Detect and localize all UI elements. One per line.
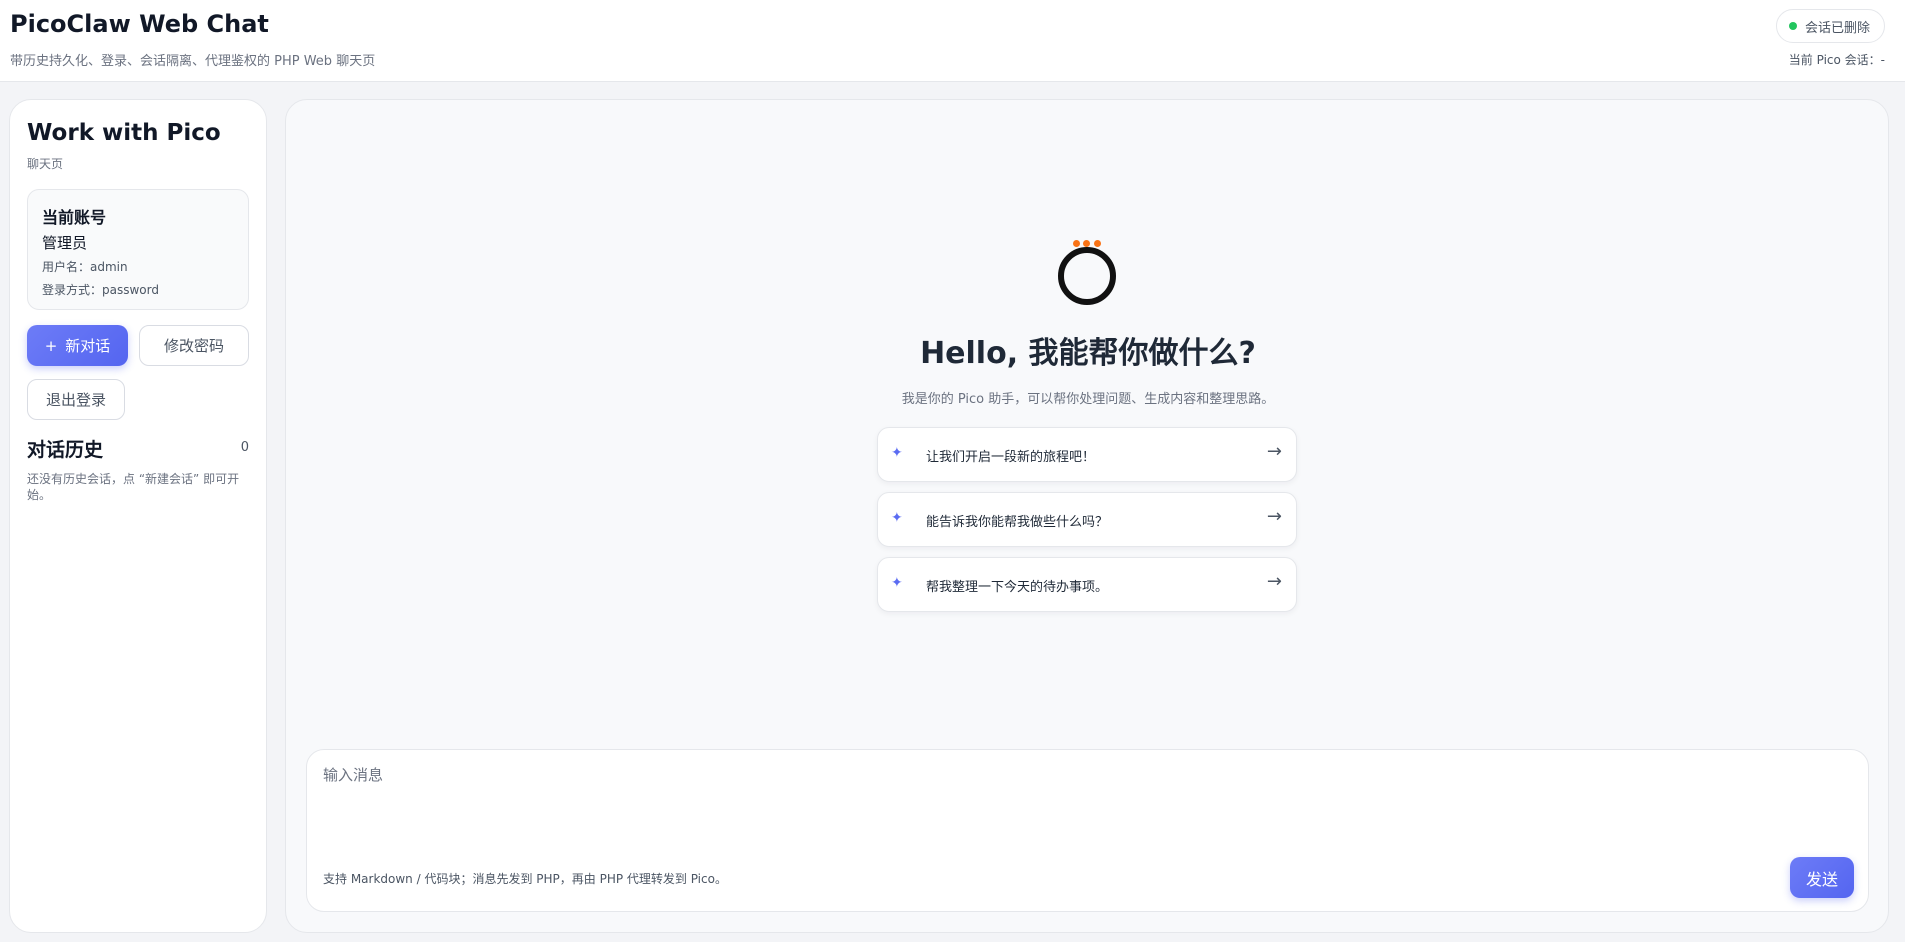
- logout-button[interactable]: 退出登录: [27, 379, 125, 420]
- arrow-right-icon: →: [1266, 571, 1282, 592]
- suggestion-text: 能告诉我你能帮我做些什么吗？: [926, 515, 1109, 530]
- account-heading: 当前账号: [42, 208, 107, 227]
- new-chat-button[interactable]: + 新对话: [27, 325, 128, 366]
- top-header: PicoClaw Web Chat 带历史持久化、登录、会话隔离、代理鉴权的 P…: [0, 0, 1905, 82]
- send-button[interactable]: 发送: [1790, 857, 1854, 898]
- message-composer: 支持 Markdown / 代码块；消息先发到 PHP，再由 PHP 代理转发到…: [306, 749, 1869, 912]
- change-password-button[interactable]: 修改密码: [139, 325, 249, 366]
- logo-ring-icon: [1058, 247, 1116, 305]
- account-role: 管理员: [42, 234, 88, 252]
- logo-dot-icon: [1073, 240, 1080, 247]
- sidebar: Work with Pico 聊天页 当前账号 管理员 用户名：admin 登录…: [9, 99, 267, 933]
- sidebar-subtitle: 聊天页: [27, 157, 64, 171]
- sparkle-icon: ✦: [891, 575, 903, 591]
- composer-hint: 支持 Markdown / 代码块；消息先发到 PHP，再由 PHP 代理转发到…: [323, 872, 727, 886]
- suggestion-text: 帮我整理一下今天的待办事项。: [926, 580, 1109, 595]
- arrow-right-icon: →: [1266, 506, 1282, 527]
- session-status-label: 会话已删除: [1804, 20, 1870, 36]
- suggestion-text: 让我们开启一段新的旅程吧！: [926, 450, 1096, 465]
- arrow-right-icon: →: [1266, 441, 1282, 462]
- sparkle-icon: ✦: [891, 445, 903, 461]
- welcome-area: Hello, 我能帮你做什么? 我是你的 Pico 助手，可以帮你处理问题、生成…: [286, 100, 1888, 750]
- account-card: 当前账号 管理员 用户名：admin 登录方式：password: [27, 189, 249, 310]
- greeting-intro: 我是你的 Pico 助手，可以帮你处理问题、生成内容和整理思路。: [901, 392, 1275, 407]
- chat-panel: Hello, 我能帮你做什么? 我是你的 Pico 助手，可以帮你处理问题、生成…: [285, 99, 1889, 933]
- history-empty-message: 还没有历史会话，点 “新建会话” 即可开始。: [27, 472, 240, 502]
- new-chat-label: 新对话: [65, 337, 111, 355]
- suggestion-card[interactable]: ✦ 让我们开启一段新的旅程吧！ →: [877, 427, 1297, 482]
- session-status-badge: 会话已删除: [1775, 9, 1885, 43]
- history-title: 对话历史: [27, 439, 104, 461]
- app-title: PicoClaw Web Chat: [10, 10, 269, 38]
- pico-ring-logo-icon: [1055, 237, 1117, 309]
- current-session-info: 当前 Pico 会话：-: [1788, 53, 1885, 67]
- logo-dot-icon: [1094, 240, 1101, 247]
- status-dot-icon: [1788, 22, 1797, 30]
- account-username: 用户名：admin: [42, 260, 128, 274]
- plus-icon: +: [44, 336, 58, 355]
- suggestion-card[interactable]: ✦ 能告诉我你能帮我做些什么吗？ →: [877, 492, 1297, 547]
- message-input[interactable]: [323, 764, 1853, 834]
- sidebar-title: Work with Pico: [27, 120, 221, 146]
- sparkle-icon: ✦: [891, 510, 903, 526]
- suggestion-card[interactable]: ✦ 帮我整理一下今天的待办事项。 →: [877, 557, 1297, 612]
- account-login-method: 登录方式：password: [42, 283, 159, 297]
- app-subtitle: 带历史持久化、登录、会话隔离、代理鉴权的 PHP Web 聊天页: [10, 54, 376, 69]
- history-count: 0: [240, 440, 249, 455]
- greeting-heading: Hello, 我能帮你做什么?: [920, 336, 1256, 371]
- logo-dot-icon: [1083, 240, 1090, 247]
